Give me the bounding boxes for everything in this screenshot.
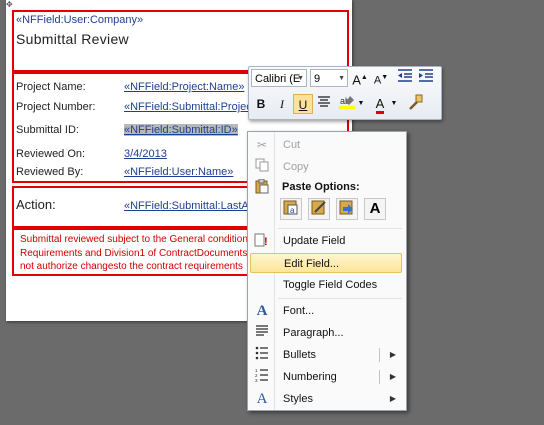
increase-indent-button[interactable] — [416, 68, 436, 88]
decrease-indent-icon — [398, 69, 412, 82]
update-field-icon: ! — [253, 232, 271, 250]
format-painter-button[interactable] — [405, 94, 425, 114]
shrink-font-button[interactable]: A▼ — [371, 68, 391, 88]
styles-icon: A — [256, 391, 268, 407]
center-align-icon — [318, 96, 330, 107]
paragraph-icon — [253, 324, 271, 342]
clipboard-icon — [253, 178, 271, 197]
grow-font-icon: A — [352, 72, 361, 88]
menu-item-label: Styles — [283, 393, 313, 405]
font-icon: A — [256, 303, 268, 319]
menu-item-numbering[interactable]: 123 Numbering ▶ — [250, 367, 402, 387]
paste-merge-formatting-icon — [311, 200, 326, 215]
paste-picture-button[interactable] — [336, 198, 358, 220]
format-painter-icon — [409, 94, 423, 110]
document-title: Submittal Review — [16, 31, 129, 47]
project-name-label: Project Name: — [16, 81, 86, 93]
submenu-arrow-icon[interactable]: ▶ — [390, 367, 396, 387]
menu-item-label: Update Field — [283, 235, 346, 247]
menu-item-copy[interactable]: Copy — [250, 157, 402, 177]
grow-font-button[interactable]: A▲ — [350, 68, 370, 88]
svg-text:a: a — [290, 206, 295, 215]
chevron-down-icon[interactable]: ▼ — [389, 94, 399, 114]
menu-item-label: Toggle Field Codes — [283, 279, 378, 291]
paste-options-label: Paste Options: — [282, 181, 360, 193]
font-color-icon: A — [375, 97, 385, 114]
project-number-field[interactable]: «NFField:Submittal:Project» — [124, 101, 261, 113]
italic-button[interactable]: I — [272, 94, 292, 114]
menu-separator — [278, 298, 402, 299]
chevron-down-icon[interactable]: ▼ — [356, 94, 366, 114]
menu-item-edit-field[interactable]: Edit Field... — [250, 253, 402, 273]
font-color-button[interactable]: A — [370, 94, 390, 114]
menu-item-label: Edit Field... — [284, 258, 340, 270]
note-line: not authorize changesto the contract req… — [20, 261, 243, 272]
menu-item-update-field[interactable]: ! Update Field — [250, 231, 402, 251]
project-number-label: Project Number: — [16, 101, 96, 113]
menu-item-label: Cut — [283, 139, 301, 151]
submenu-arrow-icon[interactable]: ▶ — [390, 389, 396, 409]
company-field[interactable]: «NFField:User:Company» — [16, 14, 143, 26]
bullets-icon — [253, 346, 271, 364]
menu-separator — [278, 228, 402, 229]
menu-item-label: Paragraph... — [283, 327, 344, 339]
paste-merge-formatting-button[interactable] — [308, 198, 330, 220]
center-align-button[interactable] — [314, 94, 334, 114]
svg-text:3: 3 — [255, 378, 258, 382]
menu-item-styles[interactable]: A Styles ▶ — [250, 389, 402, 409]
decrease-indent-button[interactable] — [395, 68, 415, 88]
menu-item-label: Copy — [283, 161, 309, 173]
chevron-down-icon[interactable]: ▼ — [297, 70, 304, 88]
paste-keep-source-button[interactable]: a — [280, 198, 302, 220]
context-menu: ✂ Cut Copy Paste Options: a A ! Update F… — [247, 131, 407, 411]
reviewed-on-label: Reviewed On: — [16, 148, 86, 160]
menu-item-paragraph[interactable]: Paragraph... — [250, 323, 402, 343]
menu-item-cut[interactable]: ✂ Cut — [250, 135, 402, 155]
review-note: Submittal reviewed subject to the Genera… — [20, 233, 260, 274]
font-name-value: Calibri (E — [255, 73, 301, 85]
font-size-combo[interactable]: 9 ▼ — [310, 69, 348, 87]
paste-keep-source-icon: a — [283, 200, 298, 215]
highlight-button[interactable]: ab — [337, 94, 357, 114]
svg-text:!: ! — [264, 236, 268, 248]
bold-button[interactable]: B — [251, 94, 271, 114]
submittal-id-label: Submittal ID: — [16, 124, 79, 136]
split-divider — [379, 348, 380, 362]
mini-toolbar: Calibri (E ▼ 9 ▼ A▲ A▼ B I U ab ▼ A ▼ — [248, 66, 442, 120]
menu-item-font[interactable]: A Font... — [250, 301, 402, 321]
submenu-arrow-icon[interactable]: ▶ — [390, 345, 396, 365]
submittal-id-field[interactable]: «NFField:Submittal:ID» — [124, 124, 238, 136]
table-move-handle-icon[interactable]: ✥ — [6, 0, 15, 9]
action-label: Action: — [16, 197, 56, 212]
numbering-icon: 123 — [253, 368, 271, 386]
paste-picture-icon — [339, 200, 353, 215]
note-line: Requirements and Division1 of ContractDo… — [20, 247, 248, 259]
font-name-combo[interactable]: Calibri (E ▼ — [251, 69, 307, 87]
underline-button[interactable]: U — [293, 94, 313, 114]
menu-item-bullets[interactable]: Bullets ▶ — [250, 345, 402, 365]
menu-item-toggle-field-codes[interactable]: Toggle Field Codes — [250, 275, 402, 295]
menu-item-label: Bullets — [283, 349, 317, 361]
copy-icon — [253, 158, 271, 176]
note-line: Submittal reviewed subject to the Genera… — [20, 234, 253, 245]
menu-item-label: Font... — [283, 305, 315, 317]
project-name-field[interactable]: «NFField:Project:Name» — [124, 81, 244, 93]
reviewed-on-field[interactable]: 3/4/2013 — [124, 148, 167, 160]
font-size-value: 9 — [314, 73, 321, 85]
scissors-icon: ✂ — [256, 138, 268, 152]
increase-indent-icon — [419, 69, 433, 82]
chevron-down-icon[interactable]: ▼ — [338, 70, 345, 88]
reviewed-by-label: Reviewed By: — [16, 166, 84, 178]
highlighter-icon: ab — [339, 96, 355, 109]
split-divider — [379, 370, 380, 384]
menu-item-label: Numbering — [283, 371, 337, 383]
reviewed-by-field[interactable]: «NFField:User:Name» — [124, 166, 233, 178]
paste-text-only-button[interactable]: A — [364, 198, 386, 220]
